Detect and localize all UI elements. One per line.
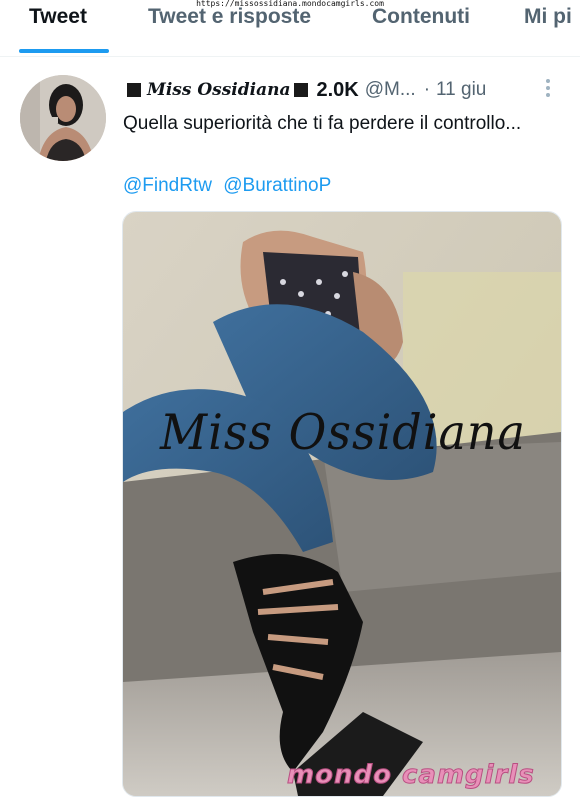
- tab-tweet[interactable]: Tweet: [29, 5, 87, 29]
- follower-count: 2.0K: [316, 78, 359, 101]
- separator-dot: ·: [423, 79, 431, 100]
- tweet-date[interactable]: 11 giu: [436, 79, 486, 101]
- tweet-media[interactable]: [122, 211, 562, 797]
- more-vertical-icon[interactable]: [540, 76, 556, 98]
- tweet-text: Quella superiorità che ti fa perdere il …: [123, 113, 522, 134]
- site-watermark: mondo camgirls: [287, 760, 535, 791]
- avatar-photo: [20, 75, 106, 161]
- mention-link[interactable]: @FindRtw: [123, 175, 212, 196]
- mention-link[interactable]: @BurattinoP: [223, 175, 331, 196]
- tab-tweet-e-risposte[interactable]: Tweet e risposte: [148, 5, 311, 29]
- profile-tabs: Tweet Tweet e risposte Contenuti Mi pi: [0, 0, 580, 57]
- tweet-mentions: @FindRtw @BurattinoP: [123, 172, 337, 200]
- tab-mi-piace[interactable]: Mi pi: [524, 5, 572, 29]
- user-handle[interactable]: @M...: [365, 79, 416, 101]
- tweet-header: Miss Ossidiana 2.0K @M... · 11 giu: [123, 76, 486, 104]
- avatar[interactable]: [20, 75, 106, 161]
- tab-contenuti[interactable]: Contenuti: [372, 5, 470, 29]
- tweet-photo: [123, 212, 561, 796]
- active-tab-indicator: [19, 49, 109, 53]
- square-emoji-icon: [294, 83, 309, 97]
- media-watermark: Miss Ossidiana: [160, 403, 526, 461]
- display-name[interactable]: Miss Ossidiana: [147, 80, 290, 100]
- square-emoji-icon: [127, 83, 141, 97]
